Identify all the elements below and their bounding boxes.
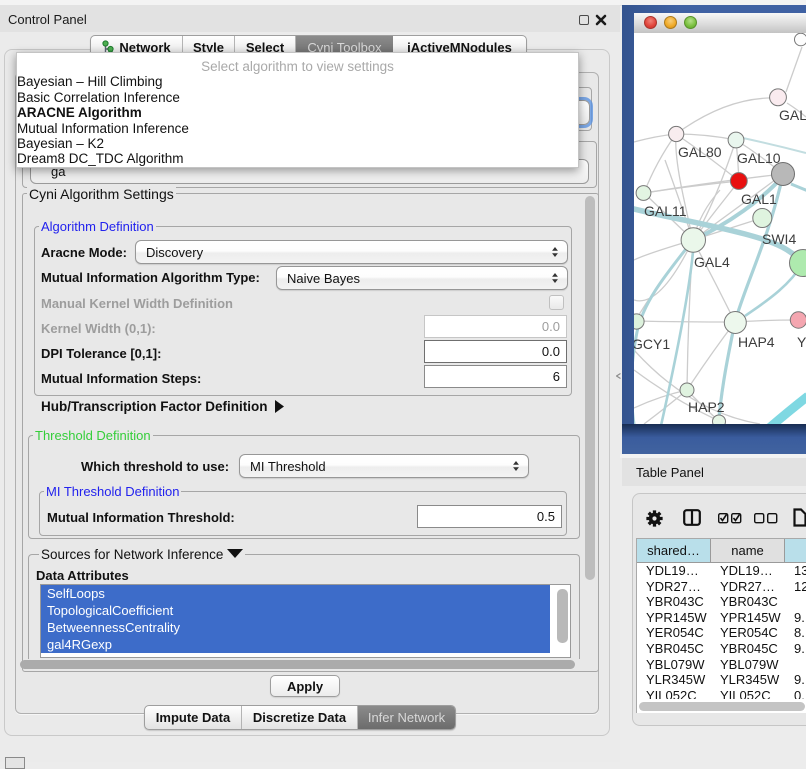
svg-text:GAL10: GAL10 [737,150,781,166]
svg-text:GAL80: GAL80 [678,144,722,160]
svg-text:SWI4: SWI4 [762,231,796,247]
svg-text:GAL1: GAL1 [741,191,777,207]
svg-text:GAL4: GAL4 [694,254,730,270]
svg-text:GCY1: GCY1 [634,336,670,352]
svg-text:HAP4: HAP4 [738,334,775,350]
svg-text:HAP2: HAP2 [688,399,725,415]
svg-text:GAL11: GAL11 [644,203,687,219]
svg-text:GAL: GAL [779,107,806,123]
svg-text:Y: Y [797,334,806,350]
